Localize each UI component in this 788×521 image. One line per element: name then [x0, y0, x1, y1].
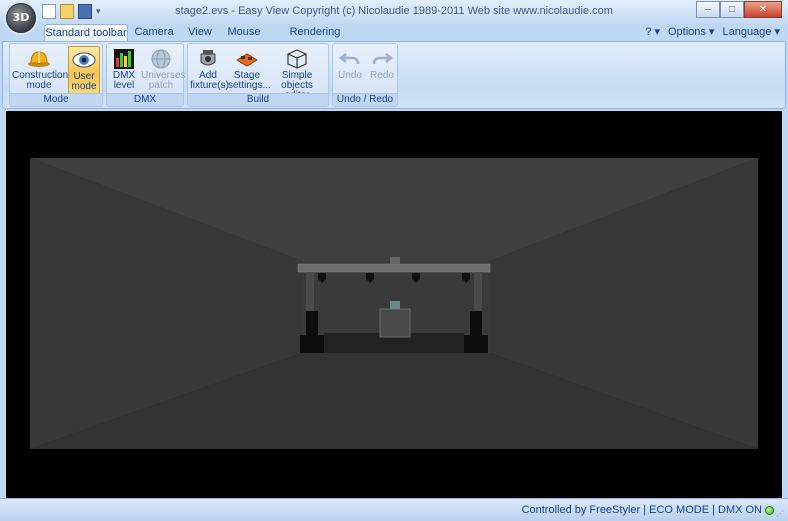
user-mode-button[interactable]: User mode — [68, 46, 100, 94]
help-menu[interactable]: ? ▾ — [645, 25, 660, 38]
simple-objects-editor-button[interactable]: Simple objects editor — [268, 46, 326, 101]
build-group: Add fixture(s) Stage settings... Simple … — [187, 43, 329, 107]
undo-button[interactable]: Undo — [335, 46, 365, 94]
undo-redo-group-label: Undo / Redo — [333, 93, 397, 106]
undo-label: Undo — [338, 70, 362, 81]
window-controls: – □ ✕ — [696, 1, 782, 18]
redo-label: Redo — [370, 70, 394, 81]
dmx-level-icon — [114, 49, 134, 69]
add-fixtures-button[interactable]: Add fixture(s) — [190, 46, 229, 94]
minimize-button[interactable]: – — [696, 1, 720, 18]
console-top — [390, 301, 400, 309]
undo-redo-group: Undo Redo Undo / Redo — [332, 43, 398, 107]
hard-hat-icon — [28, 51, 50, 67]
construction-mode-label: Construction mode — [12, 70, 69, 91]
stage-scene — [30, 158, 758, 449]
truss-top — [297, 263, 491, 273]
dmx-group-label: DMX — [107, 93, 183, 106]
stage-icon — [236, 53, 258, 67]
universes-patch-label: Universes patch — [141, 70, 186, 91]
tab-standard-toolbar[interactable]: Standard toolbar — [44, 24, 128, 41]
language-menu[interactable]: Language ▾ — [722, 25, 780, 38]
app-orb-button[interactable]: 3D — [6, 3, 36, 33]
mode-group: Construction mode User mode Mode — [9, 43, 103, 107]
options-menu[interactable]: Options ▾ — [668, 25, 715, 38]
console-stand — [379, 308, 411, 338]
tab-mouse[interactable]: Mouse — [224, 24, 264, 41]
stage-settings-label: Stage settings... — [228, 70, 271, 91]
close-button[interactable]: ✕ — [744, 1, 782, 18]
universes-patch-button[interactable]: Universes patch — [141, 46, 186, 94]
resize-grip-icon[interactable]: ⋰ — [776, 509, 786, 519]
dmx-status-led-icon — [765, 506, 774, 515]
eye-icon — [72, 52, 96, 68]
right-speaker-top — [470, 311, 482, 335]
left-speaker-top — [306, 311, 318, 335]
dmx-level-button[interactable]: DMX level — [109, 46, 139, 94]
truss-hoist — [390, 257, 400, 264]
tab-view[interactable]: View — [182, 24, 218, 41]
add-fixtures-label: Add fixture(s) — [190, 70, 229, 91]
cube-icon — [287, 49, 307, 69]
app-orb-label: 3D — [12, 11, 30, 24]
status-text: Controlled by FreeStyler | ECO MODE | DM… — [521, 504, 762, 516]
mode-group-label: Mode — [10, 93, 102, 106]
ribbon-panel: Construction mode User mode Mode DMX lev… — [2, 41, 786, 109]
undo-icon — [338, 53, 360, 65]
maximize-button[interactable]: □ — [720, 1, 744, 18]
right-menu: ? ▾ Options ▾ Language ▾ — [645, 25, 780, 38]
title-bar: 3D ▾ stage2.evs - Easy View Copyright (c… — [0, 0, 788, 33]
build-group-label: Build — [188, 93, 328, 106]
redo-icon — [372, 53, 394, 65]
3d-viewport[interactable] — [6, 111, 782, 498]
moving-head-icon — [200, 50, 216, 66]
redo-button[interactable]: Redo — [367, 46, 397, 94]
tab-rendering-options[interactable]: Rendering options — [272, 24, 358, 54]
construction-mode-button[interactable]: Construction mode — [12, 46, 69, 94]
dmx-level-label: DMX level — [112, 70, 136, 91]
globe-icon — [151, 49, 171, 69]
user-mode-label: User mode — [71, 71, 97, 92]
dmx-group: DMX level Universes patch DMX — [106, 43, 186, 107]
stage-settings-button[interactable]: Stage settings... — [228, 46, 271, 94]
status-bar: Controlled by FreeStyler | ECO MODE | DM… — [0, 498, 788, 521]
right-speaker-sub — [464, 335, 488, 353]
window-title: stage2.evs - Easy View Copyright (c) Nic… — [175, 5, 613, 17]
tab-camera[interactable]: Camera — [132, 24, 176, 41]
left-speaker-sub — [300, 335, 324, 353]
